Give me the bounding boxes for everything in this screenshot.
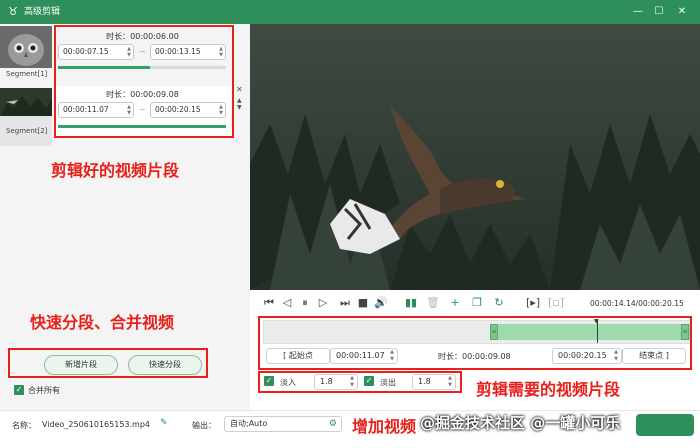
skip-end-icon[interactable]: ⏭: [338, 296, 352, 310]
trim-duration: 时长：00:00:09.08: [438, 352, 511, 361]
add-segment-button[interactable]: 新增片段: [44, 355, 118, 375]
start-time-input[interactable]: 00:00:11.07 ▲ ▼: [330, 348, 398, 364]
annotation-text: 剪辑好的视频片段: [51, 161, 180, 180]
segment-thumbnail[interactable]: [0, 26, 52, 68]
fade-out-checkbox[interactable]: ✓: [364, 376, 374, 386]
output-select[interactable]: 自动;Auto ⚙: [224, 416, 342, 432]
fade-in-checkbox[interactable]: ✓: [264, 376, 274, 386]
annotation-text: 剪辑需要的视频片段: [476, 380, 621, 399]
mark-out-icon[interactable]: [▫]: [548, 296, 564, 310]
mark-in-icon[interactable]: [▸]: [526, 296, 540, 310]
name-label: 名称：: [12, 421, 36, 430]
copy-icon[interactable]: ❐: [470, 296, 484, 310]
fade-out-input[interactable]: 1.8 ▲ ▼: [412, 374, 456, 390]
output-label: 输出：: [192, 421, 216, 430]
selected-range[interactable]: [494, 324, 690, 340]
delete-icon[interactable]: 🗑: [426, 296, 440, 310]
range-start-handle[interactable]: ≡: [490, 324, 498, 340]
end-time-input[interactable]: 00:00:20.15 ▲ ▼: [552, 348, 622, 364]
playhead-marker-icon[interactable]: ▼: [594, 318, 599, 325]
video-preview[interactable]: [250, 24, 700, 290]
time-readout: 00:00:14.14/00:00:20.15: [590, 299, 684, 308]
set-start-button[interactable]: [ 起始点: [266, 348, 330, 364]
quick-split-button[interactable]: 快速分段: [128, 355, 202, 375]
reorder-icon[interactable]: ▲ ▼: [237, 97, 242, 111]
segment-label: Segment[1]: [6, 70, 48, 78]
file-name[interactable]: Video_250610165153.mp4: [42, 420, 150, 429]
pause-icon[interactable]: ⏸: [298, 296, 312, 310]
segment-item-selected[interactable]: [0, 88, 52, 146]
range-end-handle[interactable]: ≡: [681, 324, 689, 340]
fade-in-input[interactable]: 1.8 ▲ ▼: [314, 374, 358, 390]
title-bar: ♉ 高级剪辑 — ☐ ✕: [0, 0, 700, 24]
settings-icon: ⚙: [328, 419, 337, 429]
window-title: 高级剪辑: [24, 7, 61, 17]
stop-icon[interactable]: ■: [356, 296, 370, 310]
next-frame-icon[interactable]: ▷: [316, 296, 330, 310]
fade-out-label: 淡出: [380, 378, 396, 387]
skip-start-icon[interactable]: ⏮: [262, 296, 276, 310]
volume-icon[interactable]: 🔊: [374, 296, 388, 310]
prev-frame-icon[interactable]: ◁: [280, 296, 294, 310]
annotation-text: 增加视频: [352, 417, 417, 436]
export-button[interactable]: [636, 414, 694, 436]
edit-icon[interactable]: ✎: [160, 418, 168, 428]
highlight-box: [54, 25, 234, 138]
segment-label: Segment[2]: [6, 127, 48, 135]
watermark: @掘金技术社区 @一罐小可乐: [420, 414, 621, 432]
merge-all-label: 合并所有: [28, 386, 60, 395]
fade-in-label: 淡入: [280, 378, 296, 387]
close-icon[interactable]: ✕: [674, 4, 690, 20]
undo-icon[interactable]: ↻: [492, 296, 506, 310]
maximize-icon[interactable]: ☐: [651, 4, 667, 20]
timeline-track[interactable]: ≡ ≡ ▼: [263, 318, 690, 344]
annotation-text: 快速分段、合并视频: [30, 313, 175, 332]
set-end-button[interactable]: 结束点 ]: [622, 348, 686, 364]
add-icon[interactable]: +: [448, 296, 462, 310]
split-icon[interactable]: ▮▮: [404, 296, 418, 310]
app-logo-icon: ♉: [8, 5, 18, 18]
minimize-icon[interactable]: —: [630, 4, 646, 20]
merge-all-checkbox[interactable]: ✓: [14, 385, 24, 395]
remove-segment-icon[interactable]: ✕: [236, 85, 243, 94]
